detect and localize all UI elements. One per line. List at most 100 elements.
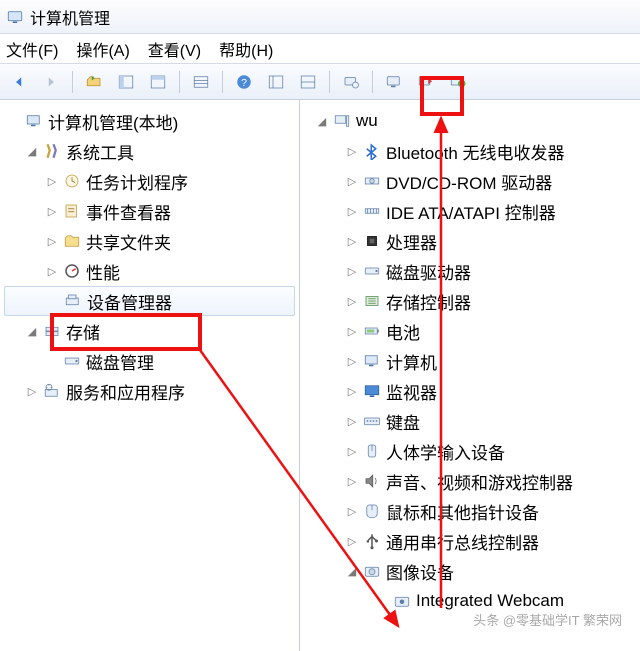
menu-file[interactable]: 文件(F): [6, 37, 58, 61]
menu-action[interactable]: 操作(A): [76, 37, 129, 61]
node-label: 系统工具: [66, 139, 134, 164]
node-label: 鼠标和其他指针设备: [386, 499, 539, 524]
scan-button[interactable]: [413, 69, 439, 95]
mgmt-tree: 计算机管理(本地) ◢ 系统工具 ▷ 任务计划程序 ▷ 事件查看器 ▷ 共享文件…: [4, 106, 299, 406]
cdrom-icon: [362, 171, 382, 191]
node-label: 电池: [386, 319, 420, 344]
node-label: 磁盘驱动器: [386, 259, 471, 284]
battery-icon: [362, 321, 382, 341]
node-disk-mgmt[interactable]: 磁盘管理: [4, 346, 299, 376]
node-label: 键盘: [386, 409, 420, 434]
expander-closed-icon[interactable]: ▷: [44, 235, 60, 248]
expander-closed-icon[interactable]: ▷: [344, 505, 360, 518]
menu-help[interactable]: 帮助(H): [219, 37, 273, 61]
node-storage-ctrl[interactable]: ▷ 存储控制器: [300, 286, 640, 316]
node-monitor[interactable]: ▷监视器: [300, 376, 640, 406]
pane2-button[interactable]: [145, 69, 171, 95]
bluetooth-icon: [362, 141, 382, 161]
menu-view[interactable]: 查看(V): [148, 37, 201, 61]
node-cpu[interactable]: ▷处理器: [300, 226, 640, 256]
expander-closed-icon[interactable]: ▷: [44, 175, 60, 188]
window-title: 计算机管理: [30, 5, 110, 29]
expander-closed-icon[interactable]: ▷: [344, 415, 360, 428]
up-button[interactable]: [81, 69, 107, 95]
expander-open-icon[interactable]: ◢: [24, 325, 40, 338]
expander-closed-icon[interactable]: ▷: [344, 355, 360, 368]
node-imaging[interactable]: ◢图像设备: [300, 556, 640, 586]
node-event-viewer[interactable]: ▷ 事件查看器: [4, 196, 299, 226]
expander-closed-icon[interactable]: ▷: [344, 445, 360, 458]
expander-closed-icon[interactable]: ▷: [44, 265, 60, 278]
node-webcam[interactable]: Integrated Webcam: [300, 586, 640, 616]
expander-closed-icon[interactable]: ▷: [24, 385, 40, 398]
node-services[interactable]: ▷ 服务和应用程序: [4, 376, 299, 406]
prop2-button[interactable]: [295, 69, 321, 95]
expander-closed-icon[interactable]: ▷: [344, 235, 360, 248]
node-computer[interactable]: ◢ wu: [300, 106, 640, 136]
node-disk-drives[interactable]: ▷ 磁盘驱动器: [300, 256, 640, 286]
node-mouse[interactable]: ▷ 鼠标和其他指针设备: [300, 496, 640, 526]
node-battery[interactable]: ▷ 电池: [300, 316, 640, 346]
expander-closed-icon[interactable]: ▷: [344, 265, 360, 278]
expander-closed-icon[interactable]: ▷: [344, 385, 360, 398]
monitor-button[interactable]: [381, 69, 407, 95]
expander-closed-icon[interactable]: ▷: [344, 535, 360, 548]
expander-closed-icon[interactable]: ▷: [344, 145, 360, 158]
enable-button[interactable]: [445, 69, 471, 95]
webcam-icon: [392, 591, 412, 611]
node-hid[interactable]: ▷ 人体学输入设备: [300, 436, 640, 466]
expander-closed-icon[interactable]: ▷: [344, 475, 360, 488]
node-shared-folders[interactable]: ▷ 共享文件夹: [4, 226, 299, 256]
node-label: 共享文件夹: [86, 229, 171, 254]
node-keyboard[interactable]: ▷ 键盘: [300, 406, 640, 436]
pane1-button[interactable]: [113, 69, 139, 95]
node-system-tools[interactable]: ◢ 系统工具: [4, 136, 299, 166]
device-button[interactable]: [338, 69, 364, 95]
cpu-icon: [362, 231, 382, 251]
expander-closed-icon[interactable]: ▷: [344, 205, 360, 218]
node-audio[interactable]: ▷ 声音、视频和游戏控制器: [300, 466, 640, 496]
prop1-button[interactable]: [263, 69, 289, 95]
expander-open-icon[interactable]: ◢: [314, 115, 330, 128]
hdd-icon: [362, 261, 382, 281]
node-root[interactable]: 计算机管理(本地): [4, 106, 299, 136]
expander-open-icon[interactable]: ◢: [24, 145, 40, 158]
monitor-icon: [362, 381, 382, 401]
keyboard-icon: [362, 411, 382, 431]
node-computer-cat[interactable]: ▷ 计算机: [300, 346, 640, 376]
node-label: 计算机: [386, 349, 437, 374]
node-bluetooth[interactable]: ▷Bluetooth 无线电收发器: [300, 136, 640, 166]
node-label: 磁盘管理: [86, 349, 154, 374]
node-label: 存储控制器: [386, 289, 471, 314]
menubar: 文件(F) 操作(A) 查看(V) 帮助(H): [0, 34, 640, 64]
folder-share-icon: [62, 231, 82, 251]
node-storage[interactable]: ◢ 存储: [4, 316, 299, 346]
titlebar: 计算机管理: [0, 0, 640, 34]
svg-text:?: ?: [241, 76, 247, 88]
node-usb[interactable]: ▷通用串行总线控制器: [300, 526, 640, 556]
left-pane: 计算机管理(本地) ◢ 系统工具 ▷ 任务计划程序 ▷ 事件查看器 ▷ 共享文件…: [0, 100, 300, 651]
expander-open-icon[interactable]: ◢: [344, 565, 360, 578]
expander-closed-icon[interactable]: ▷: [344, 295, 360, 308]
forward-button[interactable]: [38, 69, 64, 95]
node-ide[interactable]: ▷IDE ATA/ATAPI 控制器: [300, 196, 640, 226]
list-button[interactable]: [188, 69, 214, 95]
expander-closed-icon[interactable]: ▷: [344, 175, 360, 188]
node-task-scheduler[interactable]: ▷ 任务计划程序: [4, 166, 299, 196]
node-label: 人体学输入设备: [386, 439, 505, 464]
node-performance[interactable]: ▷ 性能: [4, 256, 299, 286]
node-label: 声音、视频和游戏控制器: [386, 469, 573, 494]
node-label: 计算机管理(本地): [48, 109, 178, 134]
storage-ctrl-icon: [362, 291, 382, 311]
help-button[interactable]: ?: [231, 69, 257, 95]
expander-closed-icon[interactable]: ▷: [344, 325, 360, 338]
node-device-manager[interactable]: 设备管理器: [4, 286, 295, 316]
clock-icon: [62, 171, 82, 191]
back-button[interactable]: [6, 69, 32, 95]
node-dvd[interactable]: ▷DVD/CD-ROM 驱动器: [300, 166, 640, 196]
toolbar-sep: [179, 71, 180, 93]
perf-icon: [62, 261, 82, 281]
expander-closed-icon[interactable]: ▷: [44, 205, 60, 218]
tools-icon: [42, 141, 62, 161]
node-label: 事件查看器: [86, 199, 171, 224]
